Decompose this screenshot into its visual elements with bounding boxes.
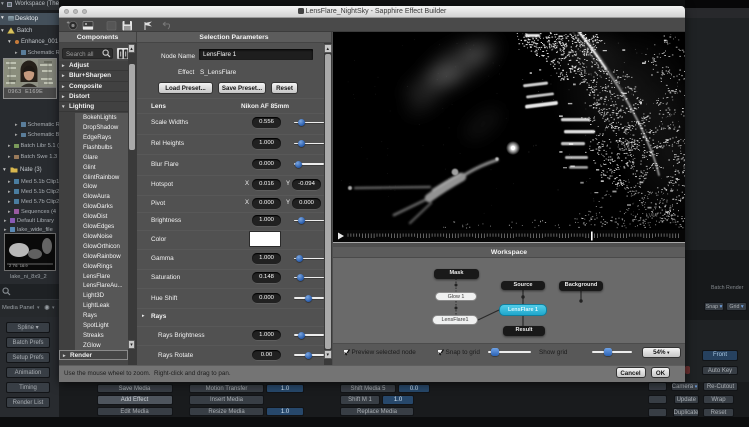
svg-text:LVLY: LVLY	[646, 213, 659, 219]
svg-text:2 7′6 16:9: 2 7′6 16:9	[9, 263, 28, 268]
